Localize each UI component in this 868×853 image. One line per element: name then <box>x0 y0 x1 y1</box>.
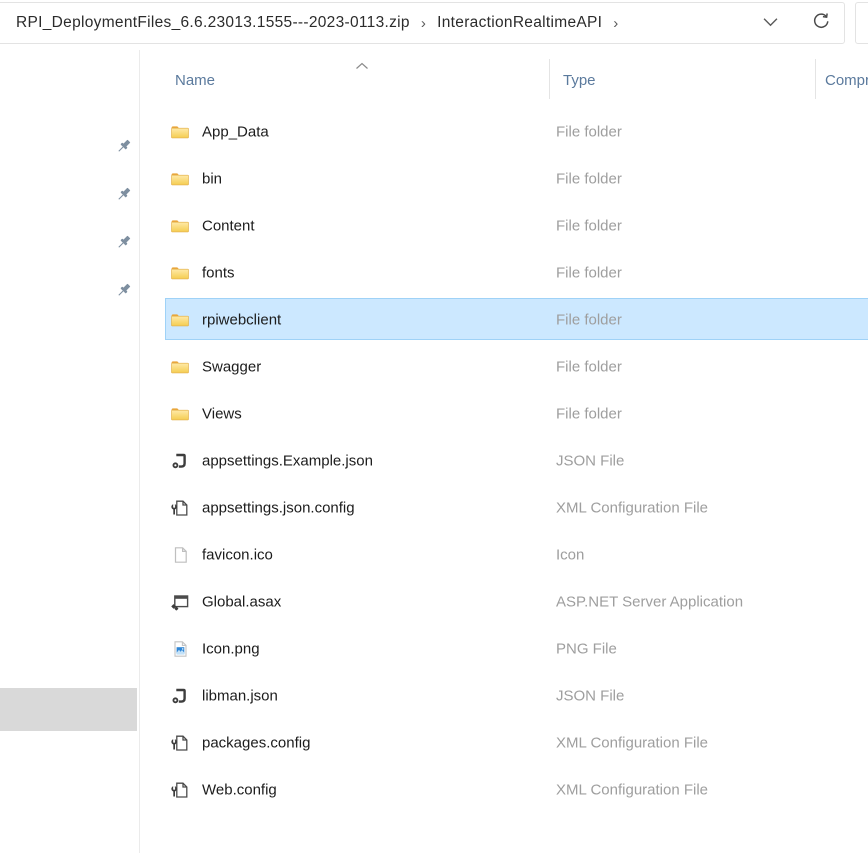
address-dropdown-button[interactable] <box>750 2 790 44</box>
file-row[interactable]: favicon.ico Icon <box>140 531 868 578</box>
file-row[interactable]: Web.config XML Configuration File <box>140 766 868 813</box>
file-name: Views <box>202 405 242 422</box>
file-name: appsettings.json.config <box>202 499 355 516</box>
folder-icon <box>170 263 190 283</box>
breadcrumb-folder-segment[interactable]: InteractionRealtimeAPI <box>437 14 602 32</box>
file-name: Icon.png <box>202 640 260 657</box>
file-name: Content <box>202 217 255 234</box>
pushpin-icon[interactable] <box>115 186 132 203</box>
pushpin-icon[interactable] <box>115 282 132 299</box>
file-type: File folder <box>556 358 622 375</box>
file-type: JSON File <box>556 687 624 704</box>
file-row[interactable]: libman.json JSON File <box>140 672 868 719</box>
pushpin-icon[interactable] <box>115 234 132 251</box>
folder-icon <box>170 404 190 424</box>
folder-icon <box>170 216 190 236</box>
refresh-icon <box>812 12 830 35</box>
sort-ascending-icon[interactable] <box>355 57 369 75</box>
file-row[interactable]: fonts File folder <box>140 249 868 296</box>
file-row[interactable]: Icon.png PNG File <box>140 625 868 672</box>
aspnet-file-icon <box>170 592 190 612</box>
file-row[interactable]: bin File folder <box>140 155 868 202</box>
file-row[interactable]: packages.config XML Configuration File <box>140 719 868 766</box>
nav-pane-highlighted-item[interactable] <box>0 688 137 731</box>
column-divider[interactable] <box>549 59 550 99</box>
breadcrumb-separator-icon: › <box>421 15 426 32</box>
file-type: Icon <box>556 546 584 563</box>
column-header-name[interactable]: Name <box>175 72 215 89</box>
folder-icon <box>170 357 190 377</box>
pushpin-icon[interactable] <box>115 138 132 155</box>
json-file-icon <box>170 451 190 471</box>
file-name: Web.config <box>202 781 277 798</box>
file-row[interactable]: Swagger File folder <box>140 343 868 390</box>
file-name: appsettings.Example.json <box>202 452 373 469</box>
file-type: PNG File <box>556 640 617 657</box>
file-row[interactable]: appsettings.json.config XML Configuratio… <box>140 484 868 531</box>
file-row[interactable]: Content File folder <box>140 202 868 249</box>
search-input[interactable] <box>855 2 868 44</box>
column-header-compressed-size[interactable]: Compressed size <box>825 72 868 89</box>
file-row[interactable]: appsettings.Example.json JSON File <box>140 437 868 484</box>
file-type: XML Configuration File <box>556 734 708 751</box>
folder-icon <box>170 310 190 330</box>
folder-icon <box>170 169 190 189</box>
file-name: libman.json <box>202 687 278 704</box>
file-type: File folder <box>556 405 622 422</box>
file-name: rpiwebclient <box>202 311 281 328</box>
file-name: bin <box>202 170 222 187</box>
file-name: fonts <box>202 264 235 281</box>
file-type: XML Configuration File <box>556 781 708 798</box>
file-type: File folder <box>556 123 622 140</box>
file-type: ASP.NET Server Application <box>556 593 743 610</box>
json-file-icon <box>170 686 190 706</box>
file-name: packages.config <box>202 734 310 751</box>
file-type: File folder <box>556 170 622 187</box>
column-header-type[interactable]: Type <box>563 72 596 89</box>
file-name: favicon.ico <box>202 546 273 563</box>
folder-icon <box>170 122 190 142</box>
breadcrumb-zip-segment[interactable]: RPI_DeploymentFiles_6.6.23013.1555---202… <box>16 14 410 32</box>
file-type: File folder <box>556 264 622 281</box>
file-type: JSON File <box>556 452 624 469</box>
file-type: File folder <box>556 217 622 234</box>
plain-file-icon <box>170 545 190 565</box>
file-name: Global.asax <box>202 593 281 610</box>
file-row[interactable]: Views File folder <box>140 390 868 437</box>
file-name: App_Data <box>202 123 269 140</box>
file-type: XML Configuration File <box>556 499 708 516</box>
file-row[interactable]: App_Data File folder <box>140 108 868 155</box>
file-name: Swagger <box>202 358 261 375</box>
config-file-icon <box>170 733 190 753</box>
file-list: App_Data File folder bin File folder Con… <box>140 108 868 813</box>
config-file-icon <box>170 498 190 518</box>
file-row[interactable]: Global.asax ASP.NET Server Application <box>140 578 868 625</box>
refresh-button[interactable] <box>800 2 842 44</box>
chevron-down-icon <box>763 14 778 32</box>
file-row[interactable]: rpiwebclient File folder <box>140 296 868 343</box>
file-explorer-window: RPI_DeploymentFiles_6.6.23013.1555---202… <box>0 0 868 853</box>
config-file-icon <box>170 780 190 800</box>
breadcrumb: RPI_DeploymentFiles_6.6.23013.1555---202… <box>16 2 630 44</box>
breadcrumb-separator-icon: › <box>613 15 618 32</box>
column-divider[interactable] <box>815 59 816 99</box>
image-file-icon <box>170 639 190 659</box>
file-type: File folder <box>556 311 622 328</box>
